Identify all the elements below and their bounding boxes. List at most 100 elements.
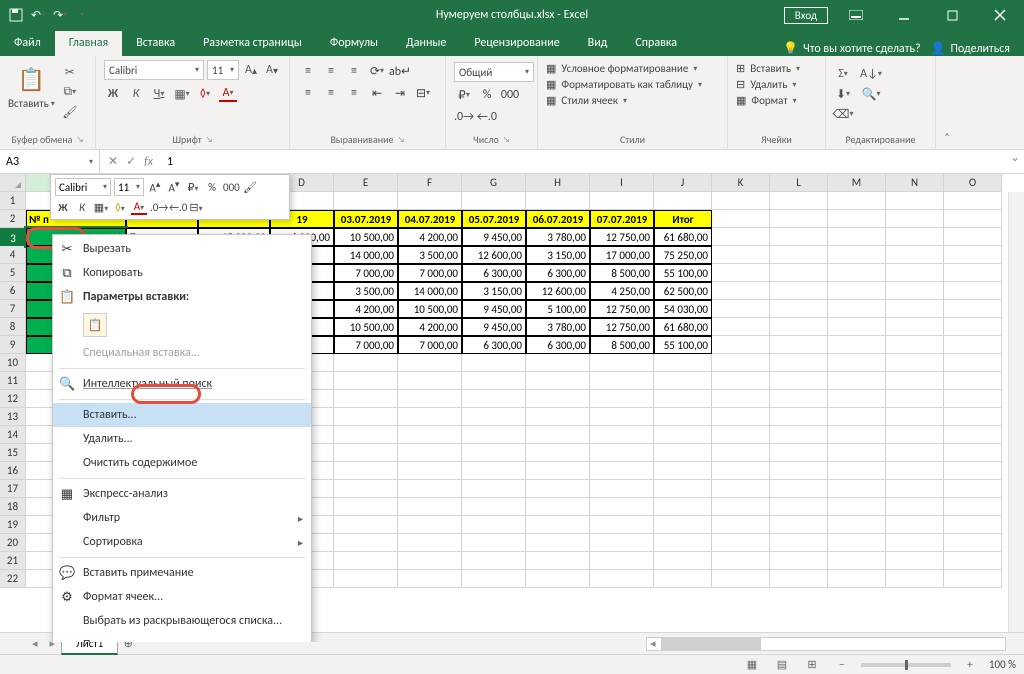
row-header-19[interactable]: 19 [0,516,26,534]
cell[interactable] [770,228,828,246]
row-header-4[interactable]: 4 [0,246,26,264]
clear-icon[interactable]: ⌫▾ [834,106,852,122]
ctx-clear[interactable]: Очистить содержимое [53,451,311,475]
cell[interactable] [526,390,590,408]
mini-size-combo[interactable]: 11▾ [114,178,144,196]
tell-me[interactable]: 💡Что вы хотите сделать? [783,41,920,56]
cell[interactable] [770,282,828,300]
cell[interactable]: 04.07.2019 [398,210,462,228]
cell[interactable] [770,354,828,372]
worksheet-grid[interactable]: ABCDEFGHIJKLMNO 123456789101112131415161… [0,174,1024,642]
col-header-F[interactable]: F [398,174,462,192]
cell[interactable]: 62 500,00 [654,282,712,300]
row-header-1[interactable]: 1 [0,192,26,210]
cell[interactable]: 10 500,00 [334,318,398,336]
cell[interactable]: 14 000,00 [334,246,398,264]
tab-layout[interactable]: Разметка страницы [189,31,316,56]
cell[interactable] [770,264,828,282]
cell[interactable]: 6 300,00 [462,264,526,282]
zoom-in-icon[interactable]: + [959,658,981,671]
zoom-label[interactable]: 100 % [989,658,1016,671]
cell[interactable] [944,336,1002,354]
cell[interactable]: 7 000,00 [334,336,398,354]
view-normal-icon[interactable]: ▦ [741,658,763,671]
row-header-10[interactable]: 10 [0,354,26,372]
cell[interactable] [886,264,944,282]
col-header-O[interactable]: O [944,174,1002,192]
cell[interactable] [944,372,1002,390]
col-header-E[interactable]: E [334,174,398,192]
col-header-K[interactable]: K [712,174,770,192]
cell[interactable] [886,318,944,336]
cell[interactable] [654,390,712,408]
cell[interactable]: 75 250,00 [654,246,712,264]
cell[interactable]: 61 680,00 [654,228,712,246]
cell[interactable] [462,408,526,426]
wrap-text-icon[interactable]: ab↵ [390,62,410,80]
cell[interactable] [886,372,944,390]
cell[interactable]: 5 100,00 [526,300,590,318]
cell[interactable] [828,552,886,570]
cell[interactable]: 7 000,00 [398,336,462,354]
cell[interactable] [462,390,526,408]
formula-bar[interactable]: 1 [161,150,1006,173]
fill-color-icon[interactable]: ◊▾ [196,86,214,102]
cell[interactable]: 12 750,00 [590,318,654,336]
align-center-icon[interactable]: ≡ [321,84,341,102]
cell[interactable] [828,354,886,372]
cell[interactable]: 03.07.2019 [334,210,398,228]
cell[interactable]: 10 500,00 [398,300,462,318]
cell[interactable]: 54 030,00 [654,300,712,318]
cell[interactable] [944,498,1002,516]
cell[interactable] [590,354,654,372]
cell[interactable] [590,408,654,426]
cell[interactable] [828,426,886,444]
cell[interactable] [944,480,1002,498]
cell[interactable] [886,462,944,480]
bold-button[interactable]: Ж [104,86,122,102]
cell[interactable] [398,390,462,408]
mini-currency-icon[interactable]: ₽▾ [185,181,201,194]
cell[interactable] [770,570,828,588]
cell[interactable] [828,444,886,462]
row-header-21[interactable]: 21 [0,552,26,570]
cell[interactable]: 8 500,00 [590,264,654,282]
row-header-17[interactable]: 17 [0,480,26,498]
cell[interactable]: 6 300,00 [462,336,526,354]
cell[interactable] [334,462,398,480]
cond-format-button[interactable]: ▦Условное форматирование▾ [546,62,719,75]
cell[interactable] [654,426,712,444]
italic-button[interactable]: К [127,86,145,102]
cell[interactable] [770,210,828,228]
row-header-20[interactable]: 20 [0,534,26,552]
cell-styles-button[interactable]: ▦Стили ячеек▾ [546,94,719,107]
mini-dec-dec-icon[interactable]: ←.0 [169,201,185,214]
name-box[interactable]: A3▾ [0,150,100,173]
cell[interactable] [712,318,770,336]
cell[interactable] [590,570,654,588]
vertical-scrollbar[interactable] [1008,192,1024,642]
cell[interactable] [886,480,944,498]
cell[interactable] [526,408,590,426]
cell[interactable] [712,444,770,462]
cell[interactable] [526,570,590,588]
col-header-J[interactable]: J [654,174,712,192]
cell[interactable]: 3 780,00 [526,228,590,246]
cell[interactable]: 12 600,00 [526,282,590,300]
cells-insert-button[interactable]: ⊞Вставить▾ [736,62,817,75]
col-header-H[interactable]: H [526,174,590,192]
cell[interactable] [654,570,712,588]
cell[interactable] [526,534,590,552]
cell[interactable] [944,354,1002,372]
cell[interactable] [828,264,886,282]
minimize-icon[interactable] [884,1,924,29]
format-painter-icon[interactable]: 🖌 [61,104,79,120]
cell[interactable] [886,390,944,408]
cell[interactable] [828,372,886,390]
cell[interactable] [654,444,712,462]
ribbon-display-icon[interactable] [836,1,876,29]
cell[interactable] [462,372,526,390]
cell[interactable] [712,282,770,300]
cell[interactable] [590,444,654,462]
maximize-icon[interactable] [932,1,972,29]
